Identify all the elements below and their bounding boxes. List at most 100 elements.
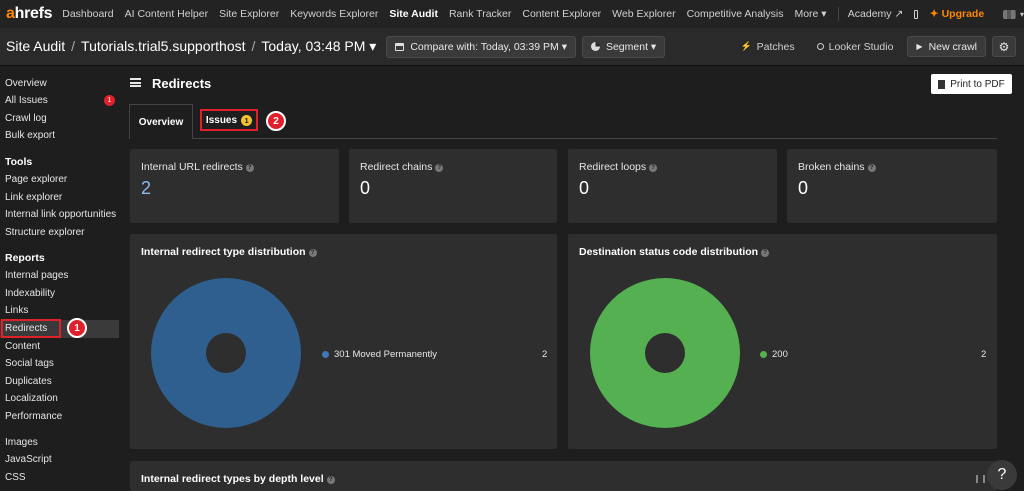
- sidebar-item-link-explorer[interactable]: Link explorer: [5, 192, 62, 203]
- legend-item-301[interactable]: 301 Moved Permanently: [322, 349, 437, 360]
- nav-keywords-explorer[interactable]: Keywords Explorer: [290, 8, 378, 20]
- annotation-box-issues: [200, 109, 258, 131]
- metric-label: Redirect loops: [579, 161, 646, 173]
- tab-overview[interactable]: Overview: [129, 104, 193, 139]
- legend-swatch: [760, 351, 767, 358]
- sidebar-item-images[interactable]: Images: [5, 437, 38, 448]
- sidebar-item-content[interactable]: Content: [5, 341, 40, 352]
- donut-chart-redirect-types[interactable]: [151, 278, 301, 428]
- legend-item-200[interactable]: 200: [760, 349, 788, 360]
- help-icon[interactable]: ?: [649, 164, 657, 172]
- sidebar: Overview All Issues 1 Crawl log Bulk exp…: [0, 66, 121, 485]
- nav-site-audit[interactable]: Site Audit: [389, 8, 438, 20]
- question-mark-icon: ?: [998, 466, 1007, 484]
- donut-hole: [645, 333, 685, 373]
- help-chat-button[interactable]: ?: [987, 460, 1017, 490]
- top-navigation: ahrefs Dashboard AI Content Helper Site …: [0, 0, 1024, 28]
- sidebar-heading-tools: Tools: [5, 156, 32, 168]
- legend-swatch: [322, 351, 329, 358]
- hamburger-menu-icon-mid: [130, 82, 141, 84]
- sidebar-item-structure-explorer[interactable]: Structure explorer: [5, 227, 84, 238]
- metric-label: Redirect chains: [360, 161, 432, 173]
- calendar-icon: [395, 43, 404, 51]
- monitor-icon[interactable]: [914, 10, 918, 19]
- sidebar-heading-reports: Reports: [5, 252, 45, 264]
- legend-value: 2: [981, 349, 986, 360]
- sidebar-item-duplicates[interactable]: Duplicates: [5, 376, 52, 387]
- annotation-box-redirects: [1, 319, 61, 338]
- metric-card-broken-chains: Broken chains? 0: [787, 149, 997, 223]
- patches-button[interactable]: ⚡ Patches: [740, 41, 794, 53]
- nav-more-menu[interactable]: More ▾: [794, 8, 826, 20]
- lightning-icon: ⚡: [740, 41, 751, 52]
- donut-hole: [206, 333, 246, 373]
- legend-value: 2: [542, 349, 547, 360]
- nav-site-explorer[interactable]: Site Explorer: [219, 8, 279, 20]
- sidebar-item-social-tags[interactable]: Social tags: [5, 358, 54, 369]
- settings-button[interactable]: ⚙: [992, 36, 1016, 57]
- nav-competitive-analysis[interactable]: Competitive Analysis: [687, 8, 784, 20]
- upgrade-link[interactable]: ✦Upgrade: [930, 8, 984, 20]
- metric-value: 0: [798, 178, 808, 199]
- metric-label: Broken chains: [798, 161, 865, 173]
- looker-studio-button[interactable]: Looker Studio: [817, 41, 894, 53]
- page-title: Redirects: [152, 76, 211, 91]
- metric-card-internal-url-redirects[interactable]: Internal URL redirects? 2: [130, 149, 339, 223]
- metric-value-link[interactable]: 2: [141, 178, 151, 199]
- document-icon: [938, 80, 945, 89]
- donut-chart-status-codes[interactable]: [590, 278, 740, 428]
- help-icon[interactable]: ?: [868, 164, 876, 172]
- compare-with-dropdown[interactable]: Compare with: Today, 03:39 PM ▾: [386, 36, 576, 58]
- segment-dropdown[interactable]: Segment ▾: [582, 36, 665, 58]
- nav-web-explorer[interactable]: Web Explorer: [612, 8, 675, 20]
- main-content: Redirects Print to PDF Overview Issues 1…: [121, 66, 1024, 485]
- panel-destination-status-distribution: Destination status code distribution? 20…: [568, 234, 997, 449]
- sidebar-item-css[interactable]: CSS: [5, 472, 26, 483]
- looker-studio-icon: [817, 43, 824, 50]
- panel-title: Internal redirect type distribution: [141, 246, 306, 258]
- all-issues-count-badge: 1: [104, 95, 115, 106]
- account-name-redacted[interactable]: [1003, 10, 1016, 19]
- help-icon[interactable]: ?: [309, 249, 317, 257]
- sidebar-item-links[interactable]: Links: [5, 305, 28, 316]
- segment-pie-icon: [591, 42, 600, 51]
- ahrefs-logo[interactable]: ahrefs: [6, 5, 52, 23]
- breadcrumb: Site Audit/Tutorials.trial5.supporthost/…: [6, 38, 376, 55]
- sidebar-item-bulk-export[interactable]: Bulk export: [5, 130, 55, 141]
- help-icon[interactable]: ?: [435, 164, 443, 172]
- bar-chart-icon[interactable]: [976, 475, 985, 483]
- metric-label: Internal URL redirects: [141, 161, 243, 173]
- panel-redirect-types-by-depth: Internal redirect types by depth level?: [130, 461, 997, 491]
- nav-content-explorer[interactable]: Content Explorer: [522, 8, 601, 20]
- new-crawl-button[interactable]: ▶ New crawl: [907, 36, 986, 57]
- sidebar-item-all-issues[interactable]: All Issues: [5, 95, 48, 106]
- crawl-date-selector[interactable]: Today, 03:48 PM ▾: [261, 38, 376, 54]
- print-to-pdf-button[interactable]: Print to PDF: [931, 74, 1012, 94]
- account-chevron-down-icon[interactable]: ▾: [1020, 10, 1024, 19]
- sidebar-item-crawl-log[interactable]: Crawl log: [5, 113, 47, 124]
- metric-card-redirect-chains: Redirect chains? 0: [349, 149, 557, 223]
- help-icon[interactable]: ?: [246, 164, 254, 172]
- annotation-marker-1: 1: [67, 318, 87, 338]
- sidebar-item-page-explorer[interactable]: Page explorer: [5, 174, 67, 185]
- metric-card-redirect-loops: Redirect loops? 0: [568, 149, 777, 223]
- nav-rank-tracker[interactable]: Rank Tracker: [449, 8, 511, 20]
- nav-dashboard[interactable]: Dashboard: [62, 8, 113, 20]
- project-bar: Site Audit/Tutorials.trial5.supporthost/…: [0, 28, 1024, 66]
- nav-academy-link[interactable]: Academy ↗: [848, 8, 903, 20]
- panel-title: Internal redirect types by depth level: [141, 473, 324, 485]
- sidebar-item-internal-link-opportunities[interactable]: Internal link opportunities: [5, 209, 116, 220]
- sparkle-icon: ✦: [930, 8, 939, 20]
- gear-icon: ⚙: [999, 40, 1010, 54]
- sidebar-item-localization[interactable]: Localization: [5, 393, 58, 404]
- help-icon[interactable]: ?: [761, 249, 769, 257]
- sidebar-item-indexability[interactable]: Indexability: [5, 288, 55, 299]
- breadcrumb-site-audit[interactable]: Site Audit: [6, 38, 65, 54]
- sidebar-item-overview[interactable]: Overview: [5, 78, 47, 89]
- sidebar-item-internal-pages[interactable]: Internal pages: [5, 270, 68, 281]
- breadcrumb-project[interactable]: Tutorials.trial5.supporthost: [81, 38, 245, 54]
- nav-ai-content-helper[interactable]: AI Content Helper: [125, 8, 208, 20]
- sidebar-item-performance[interactable]: Performance: [5, 411, 62, 422]
- help-icon[interactable]: ?: [327, 476, 335, 484]
- sidebar-item-javascript[interactable]: JavaScript: [5, 454, 52, 465]
